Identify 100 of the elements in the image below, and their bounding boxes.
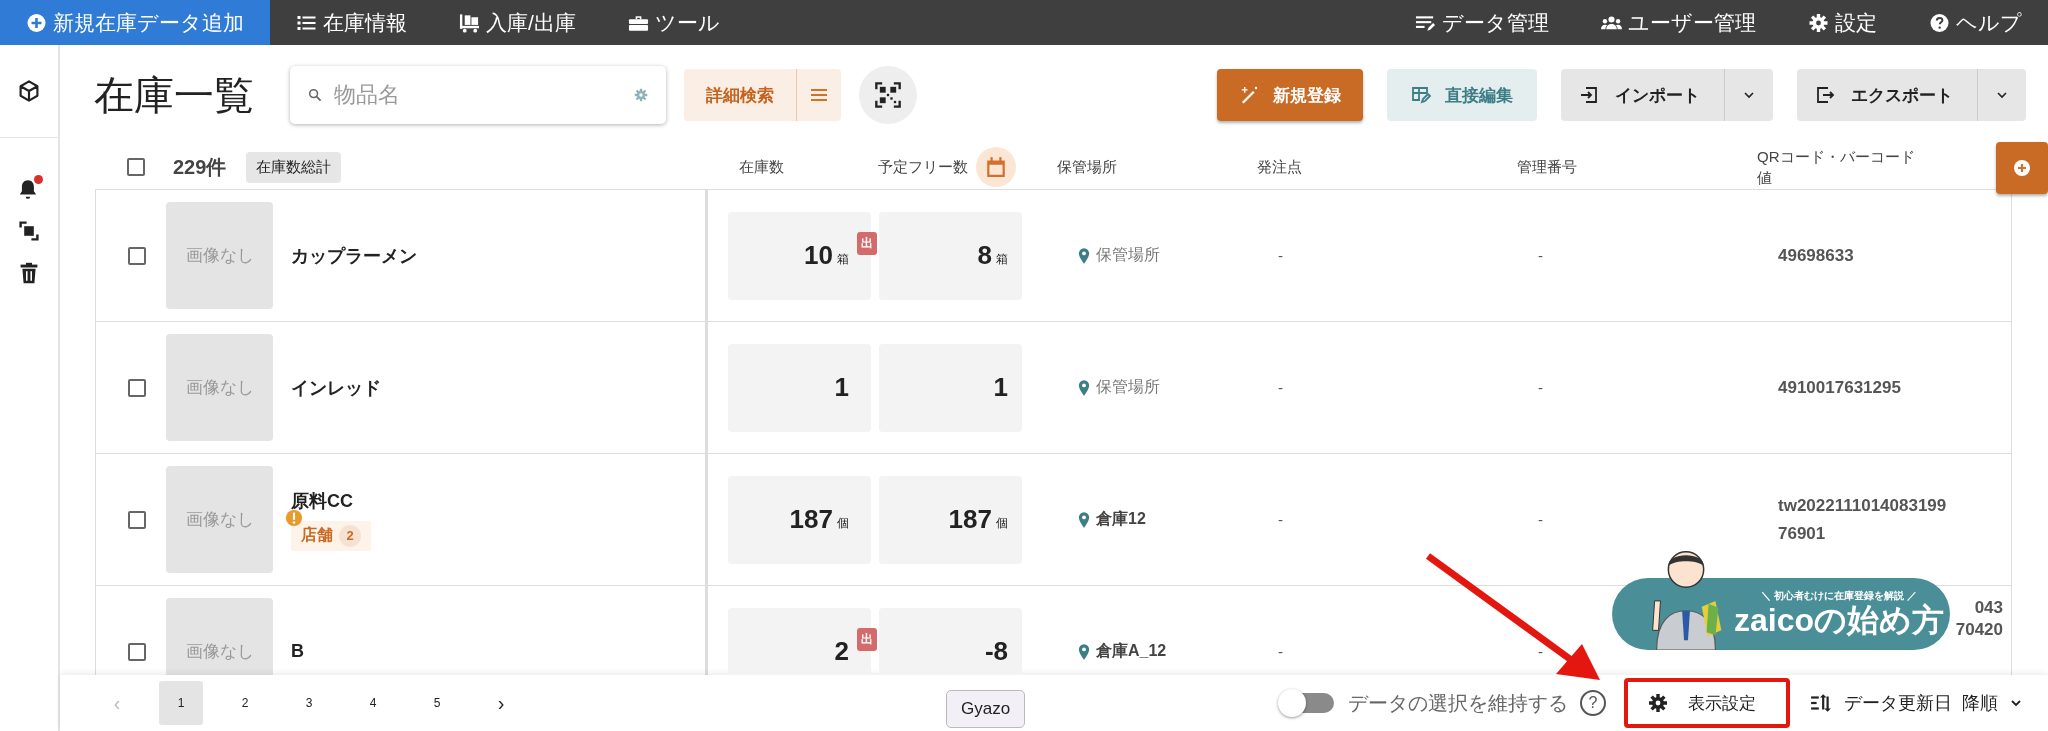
- checkbox[interactable]: [128, 642, 146, 661]
- plus-circle-icon: [2012, 158, 2032, 178]
- caret-icon: [1996, 91, 2008, 99]
- page-button[interactable]: 3: [287, 681, 331, 725]
- direct-edit-button[interactable]: 直接編集: [1387, 69, 1537, 121]
- location-pin-icon: [1078, 510, 1090, 529]
- tooltip: Gyazo: [946, 690, 1026, 728]
- settings-icon: [1808, 12, 1829, 33]
- location-pin-icon: [1078, 246, 1090, 265]
- table-cell: -: [1278, 379, 1283, 396]
- location: 保管場所: [1096, 377, 1160, 397]
- out-badge: 出: [857, 627, 877, 651]
- sort-icon: [1810, 692, 1832, 714]
- barcode-value: 49698633: [1778, 245, 1854, 266]
- column-header: 管理番号: [1517, 157, 1577, 175]
- no-image-label: 画像なし: [185, 509, 254, 531]
- unit: 箱: [996, 251, 1008, 268]
- top-menu-item[interactable]: データ管理: [1389, 0, 1575, 45]
- top-menu-item[interactable]: 新規在庫データ追加: [0, 0, 270, 45]
- table-cell: -: [1538, 643, 1543, 660]
- barcode-value: 043: [1974, 598, 2003, 618]
- column-header: 予定フリー数: [878, 157, 968, 177]
- no-image-label: 画像なし: [185, 377, 254, 399]
- stock-quantity: 10: [804, 240, 833, 271]
- free-quantity: 8: [977, 240, 992, 271]
- top-menu-item[interactable]: ヘルプ: [1903, 0, 2048, 45]
- table-cell: -: [1278, 247, 1283, 264]
- top-menu-item[interactable]: 設定: [1782, 0, 1903, 45]
- page-button[interactable]: 4: [351, 681, 395, 725]
- help-icon: [1929, 12, 1950, 33]
- calendar-icon: [985, 156, 1007, 178]
- calendar-button[interactable]: [976, 147, 1016, 187]
- stock-quantity: 187: [789, 504, 833, 535]
- out-badge: 出: [857, 231, 877, 255]
- export-icon: [1815, 85, 1835, 105]
- item-name[interactable]: B: [291, 641, 304, 662]
- page-button[interactable]: 2: [223, 681, 267, 725]
- barcode-value: 76901: [1778, 523, 1826, 544]
- tag-count: 2: [339, 524, 361, 547]
- checkbox[interactable]: [128, 378, 146, 397]
- stock-quantity: 2: [834, 636, 849, 667]
- magic-wand-icon: [1239, 85, 1259, 105]
- banner-caption: ＼ 初心者むけに在庫登録を解説 ／: [1761, 589, 1917, 603]
- import-icon: [1579, 85, 1599, 105]
- stock-total-button[interactable]: 在庫数総計: [246, 151, 342, 183]
- column-header: 保管場所: [1057, 157, 1117, 177]
- checkbox[interactable]: [127, 158, 145, 176]
- dolly-icon: [459, 12, 480, 33]
- item-name[interactable]: カップラーメン: [291, 243, 417, 268]
- top-menu-item[interactable]: ユーザー管理: [1575, 0, 1782, 45]
- column-header: 発注点: [1257, 157, 1302, 175]
- caret-icon: [1743, 91, 1755, 99]
- tag-label: 店舗: [301, 525, 333, 545]
- table-edit-icon: [1411, 85, 1431, 105]
- table-cell: -: [1538, 247, 1543, 264]
- menu-icon: [811, 88, 827, 102]
- location: 倉庫12: [1096, 509, 1146, 529]
- table-cell: -: [1278, 643, 1283, 660]
- new-register-button[interactable]: 新規登録: [1217, 69, 1363, 121]
- table-cell: -: [1278, 511, 1283, 528]
- cube-icon[interactable]: [17, 79, 41, 103]
- location-pin-icon: [1078, 642, 1090, 661]
- page-button[interactable]: 1: [159, 681, 203, 725]
- location: 保管場所: [1096, 245, 1160, 265]
- help-button[interactable]: ?: [1580, 690, 1606, 716]
- barcode-value: tw2022111014083199: [1778, 495, 1947, 516]
- page-button[interactable]: 5: [415, 681, 459, 725]
- free-quantity: 187: [948, 504, 992, 535]
- top-menu-item[interactable]: ツール: [601, 0, 746, 45]
- unit: 個: [837, 515, 849, 532]
- add-column-button[interactable]: [1996, 142, 2048, 194]
- no-image-label: 画像なし: [185, 245, 254, 267]
- location-pin-icon: [1078, 378, 1090, 397]
- no-image-label: 画像なし: [185, 641, 254, 663]
- qr-code-icon: [874, 81, 902, 109]
- top-menu-item[interactable]: 入庫/出庫: [433, 0, 602, 45]
- location: 倉庫A_12: [1096, 641, 1167, 661]
- next-page-button[interactable]: ›: [479, 681, 523, 725]
- settings-icon: [1648, 693, 1668, 713]
- table-cell: -: [1538, 511, 1543, 528]
- free-quantity: 1: [993, 372, 1008, 403]
- checkbox[interactable]: [128, 246, 146, 265]
- item-name[interactable]: 原料CC: [291, 488, 371, 513]
- banner-title: zaicoの始め方: [1734, 603, 1945, 639]
- stock-quantity: 1: [834, 372, 849, 403]
- barcode-value: 4910017631295: [1778, 377, 1901, 398]
- sort-button[interactable]: データ更新日 降順: [1804, 690, 2028, 716]
- checkbox[interactable]: [128, 510, 146, 529]
- free-quantity: -8: [984, 636, 1008, 667]
- column-header: 在庫数: [739, 157, 784, 177]
- barcode-value: 70420: [1955, 620, 2003, 640]
- item-name[interactable]: インレッド: [291, 375, 381, 400]
- top-menu-item[interactable]: 在庫情報: [270, 0, 433, 45]
- caret-icon: [2010, 699, 2022, 707]
- display-settings-button[interactable]: 表示設定: [1624, 678, 1790, 728]
- select-icon[interactable]: [17, 219, 41, 243]
- column-header: QRコード・バーコード値: [1757, 147, 1916, 188]
- page-title: 在庫一覧: [94, 71, 254, 119]
- unit: 箱: [837, 251, 849, 268]
- keep-selection-label: データの選択を維持する: [1348, 690, 1568, 716]
